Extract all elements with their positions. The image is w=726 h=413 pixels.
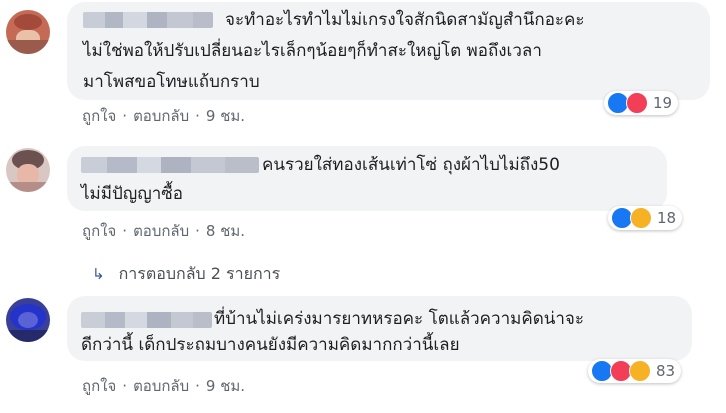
comment-timestamp[interactable]: 8 ชม. — [206, 222, 245, 240]
commenter-name[interactable] — [83, 12, 213, 28]
replies-count-label: การตอบกลับ 2 รายการ — [118, 264, 281, 283]
like-button[interactable]: ถูกใจ — [82, 377, 116, 395]
reply-arrow-icon: ↳ — [92, 265, 105, 283]
comment-actions: ถูกใจ · ตอบกลับ · 9 ชม. — [82, 107, 245, 125]
reaction-count: 18 — [657, 209, 677, 227]
like-button[interactable]: ถูกใจ — [82, 107, 116, 125]
separator: · — [122, 107, 128, 125]
separator: · — [195, 377, 200, 395]
comment-timestamp[interactable]: 9 ชม. — [206, 377, 245, 395]
comment-bubble: ที่บ้านไม่เคร่งมารยาทหรอคะ โตแล้วความคิด… — [67, 296, 692, 361]
haha-icon — [629, 360, 651, 382]
avatar[interactable] — [6, 10, 50, 54]
commenter-name[interactable] — [81, 157, 259, 173]
comment-text-line: ที่บ้านไม่เคร่งมารยาทหรอคะ โตแล้วความคิด… — [214, 309, 585, 329]
reaction-count: 83 — [656, 362, 676, 380]
comment-text-line: ดีกว่านี้ เด็กประถมบางคนยังมีความคิดมากก… — [81, 335, 460, 355]
reply-button[interactable]: ตอบกลับ — [133, 377, 189, 395]
reaction-summary[interactable]: 83 — [588, 359, 682, 383]
view-replies-link[interactable]: ↳ การตอบกลับ 2 รายการ — [92, 262, 280, 287]
comment-text-line: มาโพสขอโทษแถ้บกราบ — [83, 72, 260, 92]
avatar[interactable] — [6, 298, 50, 342]
reaction-summary[interactable]: 19 — [604, 91, 679, 115]
comment-bubble: คนรวยใส่ทองเส้นเท่าโซ่ ถุงผ้าไบไม่ถึง50 … — [67, 146, 667, 211]
like-button[interactable]: ถูกใจ — [82, 222, 116, 240]
comment-text-line: ไม่ใช่พอให้ปรับเปลี่ยนอะไรเล็กๆน้อยๆก็ทำ… — [83, 41, 542, 61]
comment-timestamp[interactable]: 9 ชม. — [206, 107, 245, 125]
reaction-summary[interactable]: 18 — [608, 206, 683, 230]
comment-actions: ถูกใจ · ตอบกลับ · 9 ชม. — [82, 377, 245, 395]
reaction-count: 19 — [653, 94, 673, 112]
reply-button[interactable]: ตอบกลับ — [133, 222, 189, 240]
reply-button[interactable]: ตอบกลับ — [133, 107, 189, 125]
love-icon — [626, 92, 648, 114]
comment-actions: ถูกใจ · ตอบกลับ · 8 ชม. — [82, 222, 245, 240]
separator: · — [195, 107, 200, 125]
separator: · — [195, 222, 200, 240]
avatar[interactable] — [6, 148, 50, 192]
haha-icon — [630, 207, 652, 229]
commenter-name[interactable] — [81, 312, 212, 328]
comment-text-line: คนรวยใส่ทองเส้นเท่าโซ่ ถุงผ้าไบไม่ถึง50 — [262, 155, 560, 175]
comment-bubble: จะทำอะไรทำไมไม่เกรงใจสักนิดสามัญสำนึกอะค… — [67, 2, 710, 100]
comment-text-line: จะทำอะไรทำไมไม่เกรงใจสักนิดสามัญสำนึกอะค… — [225, 10, 585, 30]
separator: · — [122, 222, 128, 240]
comment-text-line: ไม่มีปัญญาซื้อ — [81, 184, 184, 204]
separator: · — [122, 377, 128, 395]
